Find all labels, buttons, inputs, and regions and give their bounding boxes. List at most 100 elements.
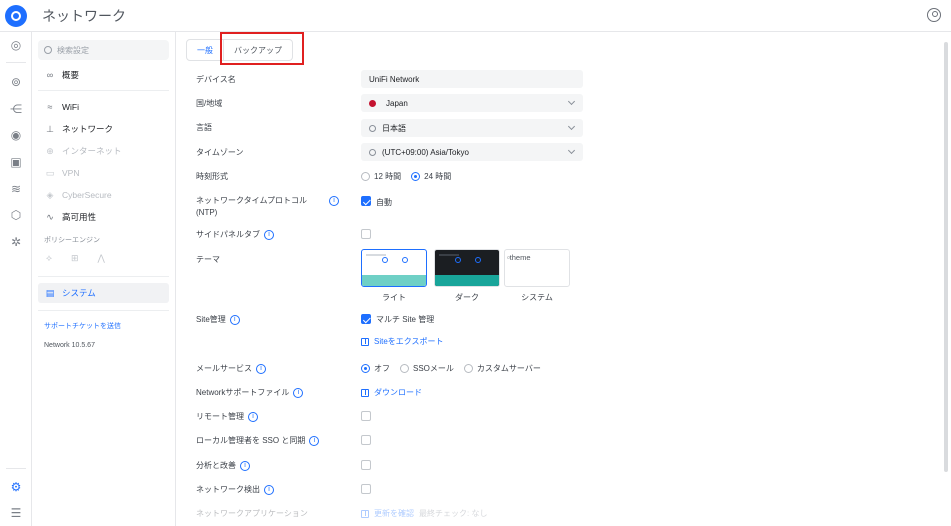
radio-button[interactable] (463, 364, 473, 373)
theme-dark-label: ダーク (455, 293, 479, 302)
ntp-auto-checkbox[interactable] (361, 196, 371, 206)
sidebar-item-label: CyberSecure (62, 190, 112, 200)
sidebar-item-cybersecure[interactable]: ◈ CyberSecure (38, 185, 169, 205)
info-icon[interactable]: i (248, 411, 258, 422)
mail-service-text: メールサービス (196, 364, 252, 373)
settings-search[interactable] (38, 40, 169, 60)
tab-backup[interactable]: バックアップ (224, 39, 293, 61)
app-title: ネットワーク (42, 7, 126, 24)
info-icon[interactable]: i (229, 314, 240, 325)
settings-tabs: 一般 バックアップ (186, 39, 293, 61)
sidebar-item-network[interactable]: ⊥ ネットワーク (38, 119, 169, 139)
settings-gear-icon[interactable]: ⚙ (9, 480, 23, 494)
info-icon[interactable]: i (309, 435, 320, 446)
topology-icon[interactable]: ⋲ (9, 102, 23, 116)
ntp-label: ネットワークタイムプロトコル i (196, 195, 340, 206)
system-icon: ▤ (45, 287, 55, 298)
preview-dot (455, 257, 461, 263)
local-admin-sso-checkbox[interactable] (361, 435, 371, 445)
info-icon[interactable]: i (329, 195, 340, 206)
time-format-24h[interactable]: 24 時間 (411, 171, 451, 182)
info-icon[interactable]: i (256, 363, 266, 374)
search-icon (369, 148, 376, 156)
policy-table-icon[interactable]: ⊞ (71, 253, 79, 264)
sidebar-item-label: ネットワーク (62, 124, 114, 134)
country-select[interactable]: Japan (361, 94, 583, 112)
theme-system-card[interactable]: ▫theme (504, 249, 570, 287)
info-icon[interactable]: i (240, 460, 250, 471)
search-input[interactable] (57, 45, 157, 55)
sidebar-item-overview[interactable]: ∞ 概要 (38, 65, 169, 85)
info-icon[interactable]: i (264, 229, 274, 240)
network-discovery-text: ネットワーク検出 (196, 485, 260, 494)
network-discovery-label: ネットワーク検出 i (196, 484, 274, 495)
mail-custom-option[interactable]: カスタムサーバー (463, 363, 541, 374)
sidebar-item-high-availability[interactable]: ∿ 高可用性 (38, 207, 169, 227)
analytics-checkbox[interactable] (361, 460, 371, 470)
language-label: 言語 (196, 123, 212, 132)
support-ticket-link[interactable]: サポートチケットを送信 (44, 321, 121, 331)
chevron-down-icon (567, 97, 576, 106)
side-panel-tab-checkbox[interactable] (361, 229, 371, 239)
preview-chart (362, 275, 426, 286)
language-select[interactable]: 日本語 (361, 119, 583, 137)
radio-button[interactable] (361, 172, 370, 181)
info-icon[interactable]: i (293, 387, 304, 398)
radio-label: オフ (374, 364, 390, 373)
theme-label: テーマ (196, 255, 220, 264)
timezone-select[interactable]: (UTC+09:00) Asia/Tokyo (361, 143, 583, 161)
remote-management-text: リモート管理 (196, 412, 244, 421)
export-site-link[interactable]: Siteをエクスポート (361, 336, 444, 347)
mail-sso-option[interactable]: SSOメール (400, 363, 454, 374)
download-icon (361, 388, 369, 397)
theme-dark-card[interactable] (434, 249, 500, 287)
insights-icon[interactable]: ≋ (9, 182, 23, 196)
sidebar-item-system[interactable]: ▤ システム (38, 283, 169, 303)
app-window: ネットワーク ◎ ⊚ ⋲ ◉ ▣ ≋ ⬡ ✲ ⚙ ☰ ∞ 概要 ≈ WiFi ⊥ (0, 0, 951, 526)
tab-general[interactable]: 一般 (186, 39, 224, 61)
language-value: 日本語 (382, 123, 406, 133)
local-admin-sso-text: ローカル管理者を SSO と同期 (196, 436, 306, 445)
sidebar-item-label: インターネット (62, 146, 122, 156)
policy-icons: ⟡ ⊞ ⋀ (46, 253, 105, 264)
logs-icon[interactable]: ☰ (9, 506, 23, 520)
device-name-input[interactable]: UniFi Network (361, 70, 583, 88)
chevron-down-icon (567, 146, 576, 155)
rail-divider-bottom (6, 468, 26, 469)
mail-off-option[interactable]: オフ (361, 363, 390, 374)
sidebar-item-internet[interactable]: ⊕ インターネット (38, 141, 169, 161)
network-discovery-checkbox[interactable] (361, 484, 371, 494)
binoculars-icon: ∞ (46, 70, 54, 80)
ports-icon[interactable]: ▣ (9, 155, 23, 169)
hotspot-icon[interactable]: ✲ (9, 235, 23, 249)
info-icon[interactable]: i (264, 484, 274, 495)
theme-system-alt: theme (509, 253, 531, 262)
account-icon[interactable] (927, 8, 941, 22)
local-admin-sso-label: ローカル管理者を SSO と同期 i (196, 435, 320, 446)
unifi-logo[interactable] (0, 0, 32, 32)
radio-label: カスタムサーバー (476, 364, 541, 373)
devices-icon[interactable]: ⊚ (9, 75, 23, 89)
clients-icon[interactable]: ◉ (9, 128, 23, 142)
time-format-12h[interactable]: 12 時間 (361, 171, 401, 182)
download-link[interactable]: ダウンロード (361, 387, 422, 398)
check-update-link[interactable]: 更新を確認 最終チェック: なし (361, 508, 487, 519)
sidebar-item-wifi[interactable]: ≈ WiFi (38, 97, 169, 117)
theme-light-card[interactable] (361, 249, 427, 287)
radio-button[interactable] (411, 172, 421, 181)
multi-site-checkbox[interactable] (361, 314, 371, 324)
dashboard-icon[interactable]: ◎ (9, 38, 23, 52)
scrollbar[interactable] (944, 42, 948, 472)
policy-route-icon[interactable]: ⋀ (98, 253, 105, 264)
radio-button[interactable] (400, 364, 409, 373)
protection-icon[interactable]: ⬡ (9, 208, 23, 222)
rail-divider (6, 62, 26, 63)
sidebar-item-vpn[interactable]: ▭ VPN (38, 163, 169, 183)
site-management-label: Site管理 i (196, 314, 240, 325)
remote-management-checkbox[interactable] (361, 411, 371, 421)
timezone-value: (UTC+09:00) Asia/Tokyo (382, 147, 469, 157)
last-check-text: 最終チェック: なし (419, 509, 488, 518)
timezone-label: タイムゾーン (196, 148, 244, 157)
policy-rule-icon[interactable]: ⟡ (46, 253, 52, 264)
radio-button[interactable] (361, 364, 370, 373)
